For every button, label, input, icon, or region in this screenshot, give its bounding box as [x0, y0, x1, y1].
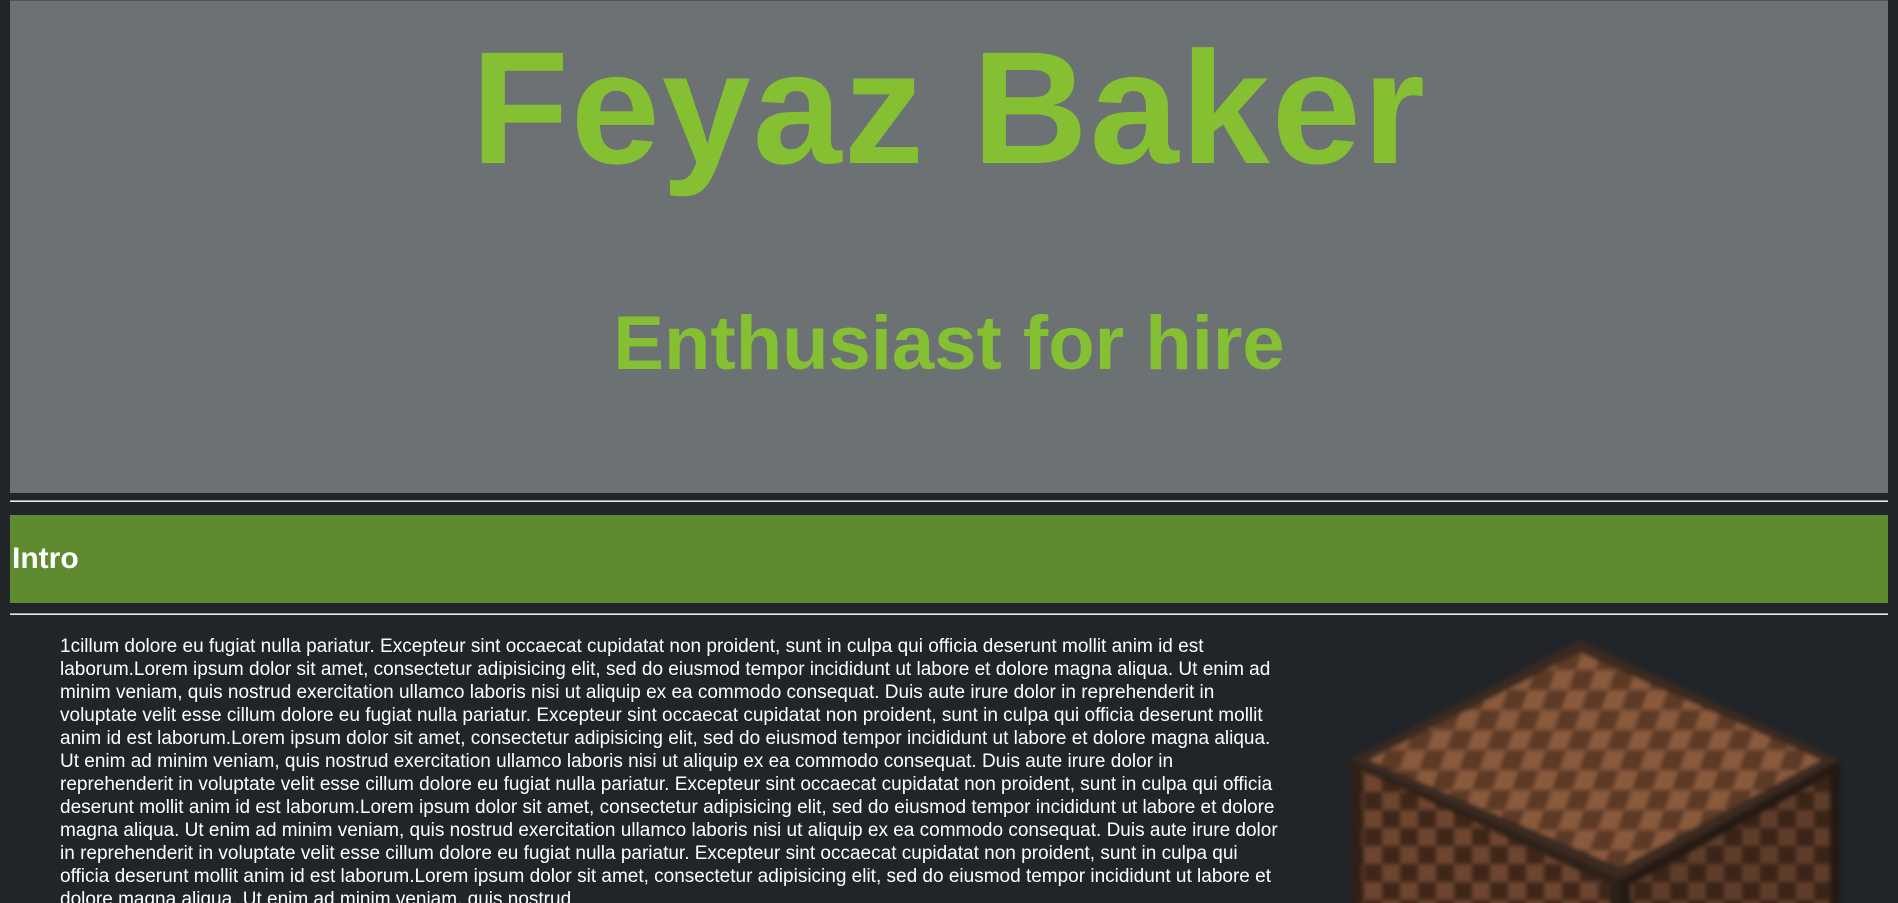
hero-name: Feyaz Baker: [471, 18, 1427, 197]
section-title-intro: Intro: [12, 542, 79, 575]
divider-bottom: [10, 613, 1888, 615]
page: Feyaz Baker Enthusiast for hire Intro 1c…: [0, 0, 1898, 903]
hero-banner: Feyaz Baker Enthusiast for hire: [10, 0, 1888, 493]
divider-top: [10, 500, 1888, 502]
hero-tagline: Enthusiast for hire: [613, 301, 1285, 386]
intro-section-header: Intro: [10, 515, 1888, 603]
note-block-image: [1350, 640, 1840, 903]
intro-paragraph: 1cillum dolore eu fugiat nulla pariatur.…: [60, 636, 1278, 903]
